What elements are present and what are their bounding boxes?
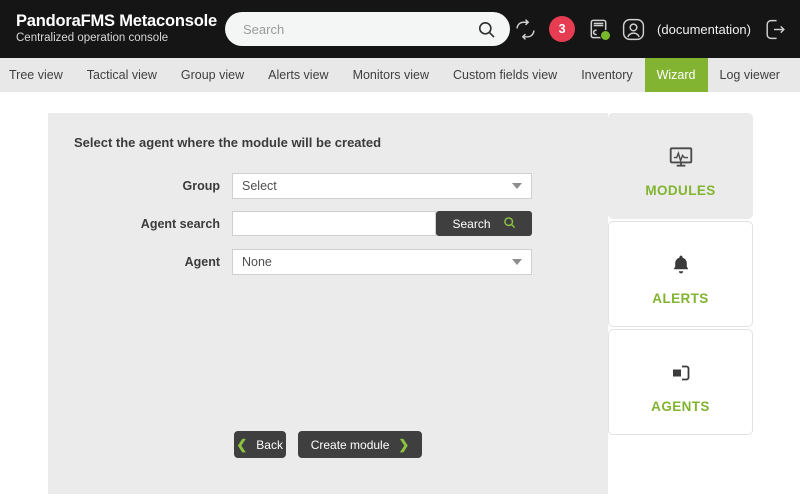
agent-search-button-label: Search	[452, 216, 491, 231]
monitor-pulse-icon	[668, 135, 694, 179]
agent-search-label: Agent search	[140, 216, 220, 231]
create-module-button-label: Create module	[310, 437, 390, 452]
user-avatar-icon[interactable]	[621, 17, 646, 42]
search-icon[interactable]	[477, 20, 496, 39]
nav-item-monitors-view[interactable]: Monitors view	[341, 58, 441, 92]
agent-label: Agent	[184, 255, 220, 269]
documentation-link[interactable]: (documentation)	[657, 22, 751, 37]
notification-badge[interactable]: 3	[549, 16, 576, 42]
magnifier-icon	[503, 216, 516, 232]
nav-item-tactical-view[interactable]: Tactical view	[75, 58, 169, 92]
refresh-icon[interactable]	[513, 17, 538, 42]
brand-subtitle: Centralized operation console	[16, 32, 169, 44]
back-button[interactable]: ❮ Back	[233, 431, 286, 458]
agent-search-input[interactable]	[232, 211, 436, 236]
save-disk-icon[interactable]	[586, 16, 612, 42]
bell-icon	[669, 243, 693, 287]
agent-selection-panel: Select the agent where the module will b…	[48, 113, 608, 494]
card-alerts[interactable]: ALERTS	[608, 221, 753, 327]
logout-icon[interactable]	[762, 17, 787, 42]
card-agents[interactable]: AGENTS	[608, 329, 753, 435]
card-modules[interactable]: MODULES	[608, 113, 753, 219]
chevron-down-icon	[512, 183, 522, 189]
chevron-left-icon: ❮	[236, 437, 248, 452]
global-search-box[interactable]	[225, 12, 510, 46]
group-select[interactable]: Select	[232, 173, 532, 199]
agent-login-icon	[669, 351, 693, 395]
agent-search-field-row: Agent search Search	[48, 211, 608, 236]
card-agents-label: AGENTS	[651, 398, 710, 414]
back-button-label: Back	[256, 437, 283, 452]
nav-item-group-view[interactable]: Group view	[169, 58, 256, 92]
card-modules-label: MODULES	[645, 182, 716, 198]
nav-item-custom-fields-view[interactable]: Custom fields view	[441, 58, 569, 92]
group-field-row: Group Select	[48, 173, 608, 199]
brand: PandoraFMS Metaconsole Centralized opera…	[0, 12, 225, 46]
main-navigation: Tree view Tactical view Group view Alert…	[0, 58, 800, 92]
top-header: PandoraFMS Metaconsole Centralized opera…	[0, 0, 800, 58]
disk-status-dot	[600, 30, 612, 41]
chevron-right-icon: ❯	[398, 437, 410, 452]
page-body: Select the agent where the module will b…	[0, 92, 800, 500]
group-select-value: Select	[242, 179, 277, 193]
brand-title: PandoraFMS Metaconsole	[16, 12, 217, 30]
chevron-down-icon	[512, 259, 522, 265]
wizard-section-cards: MODULES ALERTS AGENTS	[608, 113, 753, 437]
nav-item-inventory[interactable]: Inventory	[569, 58, 644, 92]
nav-item-wizard[interactable]: Wizard	[644, 58, 708, 92]
agent-select[interactable]: None	[232, 249, 532, 275]
nav-item-tree-view[interactable]: Tree view	[0, 58, 75, 92]
header-icon-group: 3 (documentation)	[510, 16, 800, 42]
card-alerts-label: ALERTS	[652, 290, 709, 306]
global-search-input[interactable]	[243, 21, 477, 37]
group-label: Group	[182, 179, 221, 193]
nav-item-alerts-view[interactable]: Alerts view	[256, 58, 340, 92]
application-window: PandoraFMS Metaconsole Centralized opera…	[0, 0, 800, 500]
panel-title: Select the agent where the module will b…	[74, 135, 382, 150]
create-module-button[interactable]: Create module ❯	[297, 431, 423, 458]
form-actions: ❮ Back Create module ❯	[48, 431, 608, 458]
agent-search-button[interactable]: Search	[436, 211, 532, 236]
nav-item-log-viewer[interactable]: Log viewer	[708, 58, 792, 92]
agent-select-value: None	[242, 255, 272, 269]
agent-field-row: Agent None	[48, 249, 608, 275]
